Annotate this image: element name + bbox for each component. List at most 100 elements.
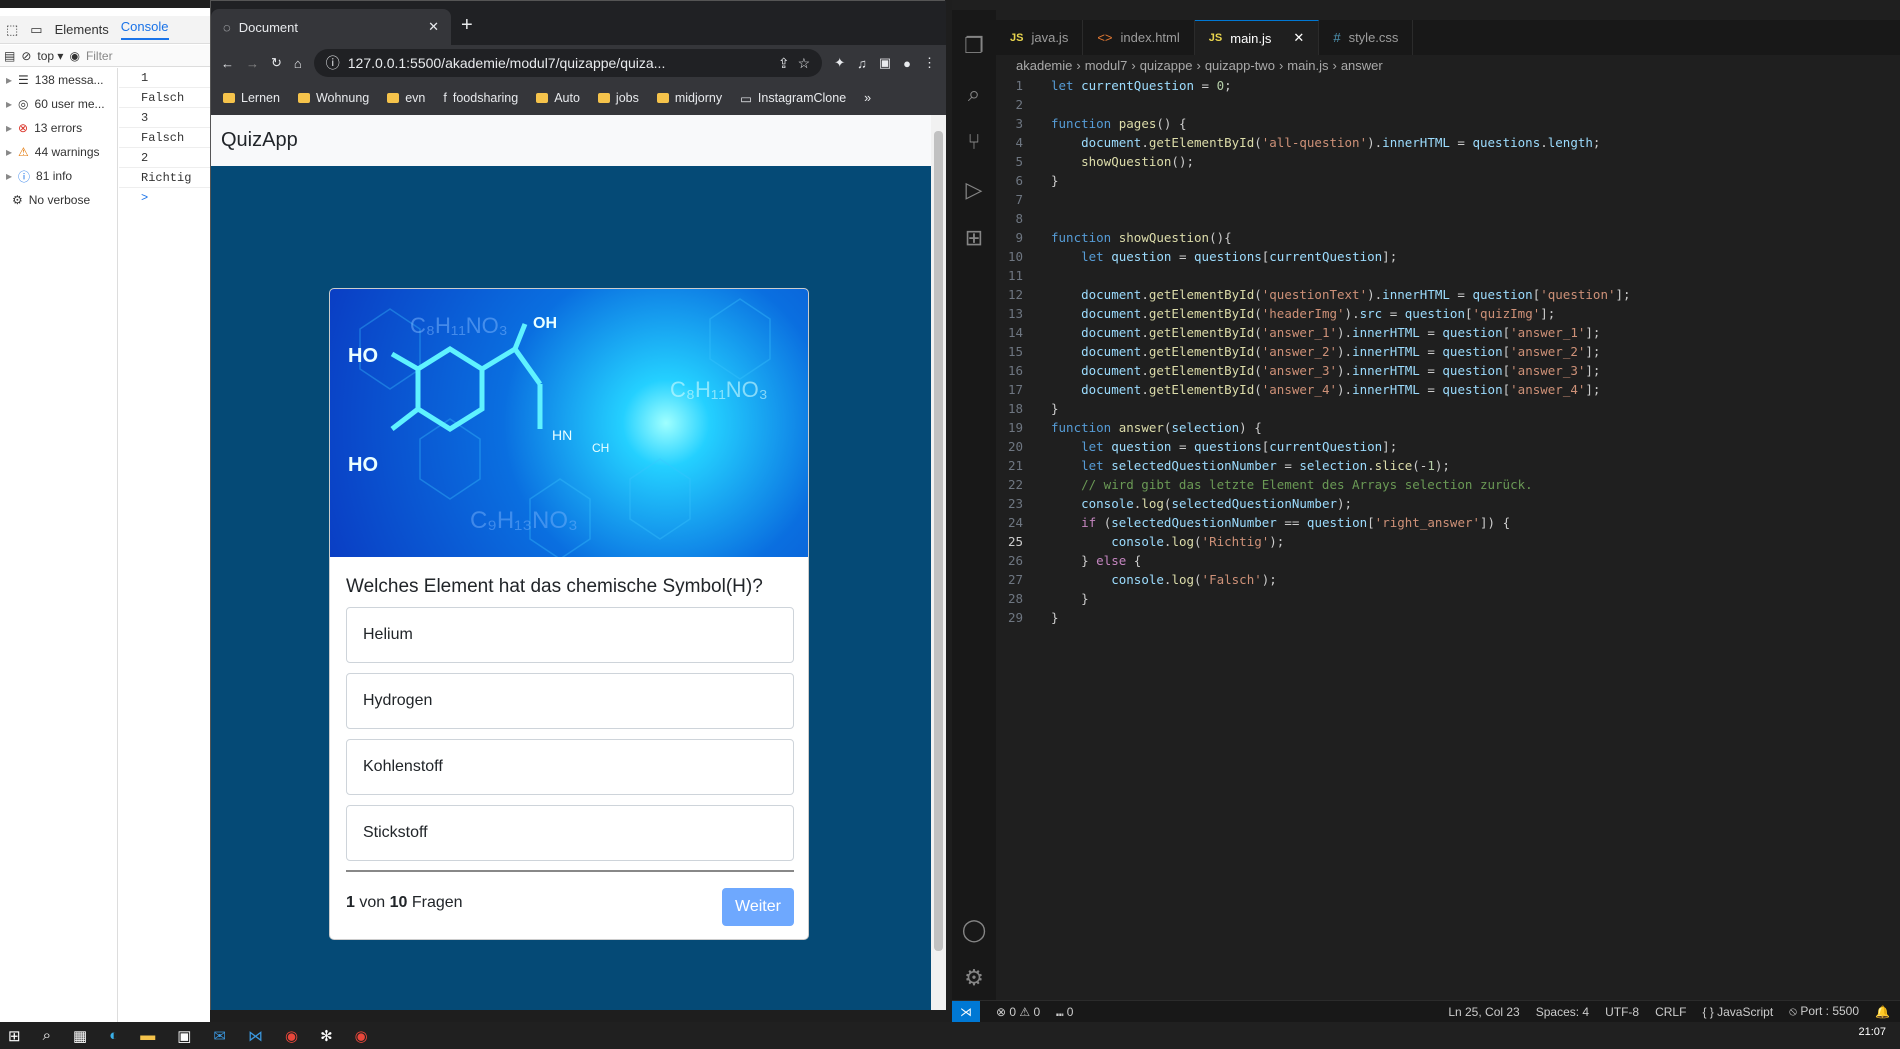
clear-console-icon[interactable]: ⊘: [21, 49, 31, 63]
new-tab-icon[interactable]: +: [451, 14, 483, 45]
chrome-icon[interactable]: ◉: [355, 1027, 368, 1045]
code-line[interactable]: 28 }: [996, 589, 1900, 608]
reload-icon[interactable]: ↻: [271, 55, 282, 71]
notifications-icon[interactable]: 🔔: [1875, 1005, 1890, 1019]
explorer-icon[interactable]: ❐: [952, 22, 996, 70]
vscode-icon[interactable]: ⋈: [248, 1027, 263, 1045]
bookmark-item[interactable]: Lernen: [223, 91, 280, 105]
next-button[interactable]: Weiter: [722, 888, 794, 926]
breadcrumb-item[interactable]: akademie: [1016, 58, 1072, 73]
sidebar-item-verbose[interactable]: ⚙ No verbose: [0, 188, 117, 212]
code-line[interactable]: 22 // wird gibt das letzte Element des A…: [996, 475, 1900, 494]
device-toggle-icon[interactable]: ▭: [30, 22, 42, 38]
code-line[interactable]: 19 function answer(selection) {: [996, 418, 1900, 437]
code-line[interactable]: 24 if (selectedQuestionNumber == questio…: [996, 513, 1900, 532]
windows-icon[interactable]: ⊞: [8, 1027, 21, 1045]
slack-icon[interactable]: ✻: [320, 1027, 333, 1045]
more-bookmarks-icon[interactable]: »: [864, 91, 871, 105]
chrome-icon[interactable]: ◉: [285, 1027, 298, 1045]
filter-input[interactable]: Filter: [86, 49, 113, 63]
code-line[interactable]: 2: [996, 95, 1900, 114]
code-line[interactable]: 16 document.getElementById('answer_3').i…: [996, 361, 1900, 380]
manage-gear-icon[interactable]: ⚙: [952, 954, 996, 1002]
address-bar[interactable]: ⓘ 127.0.0.1:5500/akademie/modul7/quizapp…: [313, 49, 823, 77]
code-line[interactable]: 4 document.getElementById('all-question'…: [996, 133, 1900, 152]
code-line[interactable]: 29}: [996, 608, 1900, 627]
extensions-icon[interactable]: ✦: [834, 55, 845, 71]
answer-option[interactable]: Hydrogen: [346, 673, 794, 729]
code-line[interactable]: 6}: [996, 171, 1900, 190]
tab-elements[interactable]: Elements: [55, 22, 109, 37]
sidebar-item-messages[interactable]: ▸ ☰ 138 messa...: [0, 68, 117, 92]
accounts-icon[interactable]: ◯: [952, 906, 996, 954]
tab-style-css[interactable]: # style.css: [1319, 20, 1414, 55]
code-line[interactable]: 3 function pages() {: [996, 114, 1900, 133]
code-line[interactable]: 8: [996, 209, 1900, 228]
code-line[interactable]: 23 console.log(selectedQuestionNumber);: [996, 494, 1900, 513]
bookmark-item[interactable]: midjorny: [656, 91, 722, 105]
problems-indicator[interactable]: ⊗ 0 ⚠ 0: [996, 1005, 1040, 1019]
answer-option[interactable]: Helium: [346, 607, 794, 663]
code-line[interactable]: 14 document.getElementById('answer_1').i…: [996, 323, 1900, 342]
extensions-icon[interactable]: ⊞: [952, 214, 996, 262]
edge-icon[interactable]: ◐: [109, 1027, 118, 1044]
code-line[interactable]: 20 let question = questions[currentQuest…: [996, 437, 1900, 456]
avatar[interactable]: ●: [903, 56, 911, 71]
cursor-position[interactable]: Ln 25, Col 23: [1448, 1005, 1519, 1019]
inspect-icon[interactable]: ⬚: [6, 22, 18, 38]
sidebar-item-warnings[interactable]: ▸ ⚠ 44 warnings: [0, 140, 117, 164]
console-prompt[interactable]: >: [119, 188, 210, 208]
code-line[interactable]: 9 function showQuestion(){: [996, 228, 1900, 247]
site-info-icon[interactable]: ⓘ: [326, 53, 340, 73]
source-control-icon[interactable]: ⑂: [952, 118, 996, 166]
bookmark-item[interactable]: ▭ InstagramClone: [740, 91, 846, 106]
bookmark-item[interactable]: Auto: [536, 91, 580, 105]
encoding[interactable]: UTF-8: [1605, 1005, 1639, 1019]
language-mode[interactable]: { } JavaScript: [1702, 1005, 1773, 1019]
close-tab-icon[interactable]: ✕: [428, 19, 439, 35]
context-select[interactable]: top ▾: [37, 49, 63, 63]
clock[interactable]: 21:07: [1858, 1026, 1886, 1038]
breadcrumb-item[interactable]: quizappe: [1140, 58, 1193, 73]
code-line[interactable]: 12 document.getElementById('questionText…: [996, 285, 1900, 304]
code-line[interactable]: 1 let currentQuestion = 0;: [996, 76, 1900, 95]
breadcrumb-item[interactable]: main.js: [1287, 58, 1328, 73]
code-line[interactable]: 18}: [996, 399, 1900, 418]
tab-console[interactable]: Console: [120, 19, 169, 40]
menu-icon[interactable]: ⋮: [923, 55, 936, 71]
navbar-brand[interactable]: QuizApp: [221, 129, 298, 152]
scroll-thumb[interactable]: [934, 131, 943, 951]
forward-icon[interactable]: →: [246, 56, 259, 71]
code-line[interactable]: 17 document.getElementById('answer_4').i…: [996, 380, 1900, 399]
share-icon[interactable]: ⇪: [778, 55, 790, 72]
search-icon[interactable]: ⌕: [43, 1027, 51, 1044]
eye-icon[interactable]: ◉: [69, 49, 79, 63]
back-icon[interactable]: ←: [221, 56, 234, 71]
code-line[interactable]: 7: [996, 190, 1900, 209]
explorer-icon[interactable]: ▬: [140, 1027, 155, 1044]
line-ending[interactable]: CRLF: [1655, 1005, 1686, 1019]
sidebar-item-errors[interactable]: ▸ ⊗ 13 errors: [0, 116, 117, 140]
code-line[interactable]: 13 document.getElementById('headerImg').…: [996, 304, 1900, 323]
task-view-icon[interactable]: ▦: [73, 1027, 87, 1045]
code-line[interactable]: 11: [996, 266, 1900, 285]
code-line[interactable]: 25 console.log('Richtig');: [996, 532, 1900, 551]
breadcrumb-item[interactable]: quizapp-two: [1205, 58, 1275, 73]
code-line[interactable]: 5 showQuestion();: [996, 152, 1900, 171]
sidebar-item-info[interactable]: ▸ ⓘ 81 info: [0, 164, 117, 188]
browser-tab[interactable]: ◌ Document ✕: [211, 9, 451, 45]
ports-indicator[interactable]: ⑉ 0: [1056, 1005, 1073, 1019]
sidebar-item-user-messages[interactable]: ▸ ◎ 60 user me...: [0, 92, 117, 116]
live-server-port[interactable]: ⦸ Port : 5500: [1789, 1004, 1859, 1019]
sidebar-toggle-icon[interactable]: ▤: [4, 49, 15, 63]
search-icon[interactable]: ⌕: [952, 70, 996, 118]
breadcrumb-item[interactable]: answer: [1341, 58, 1383, 73]
run-debug-icon[interactable]: ▷: [952, 166, 996, 214]
mail-icon[interactable]: ✉: [213, 1027, 226, 1045]
code-line[interactable]: 27 console.log('Falsch');: [996, 570, 1900, 589]
code-line[interactable]: 15 document.getElementById('answer_2').i…: [996, 342, 1900, 361]
code-line[interactable]: 26 } else {: [996, 551, 1900, 570]
tab-java-js[interactable]: JS java.js: [996, 20, 1084, 55]
bookmark-item[interactable]: Wohnung: [297, 91, 369, 105]
answer-option[interactable]: Kohlenstoff: [346, 739, 794, 795]
